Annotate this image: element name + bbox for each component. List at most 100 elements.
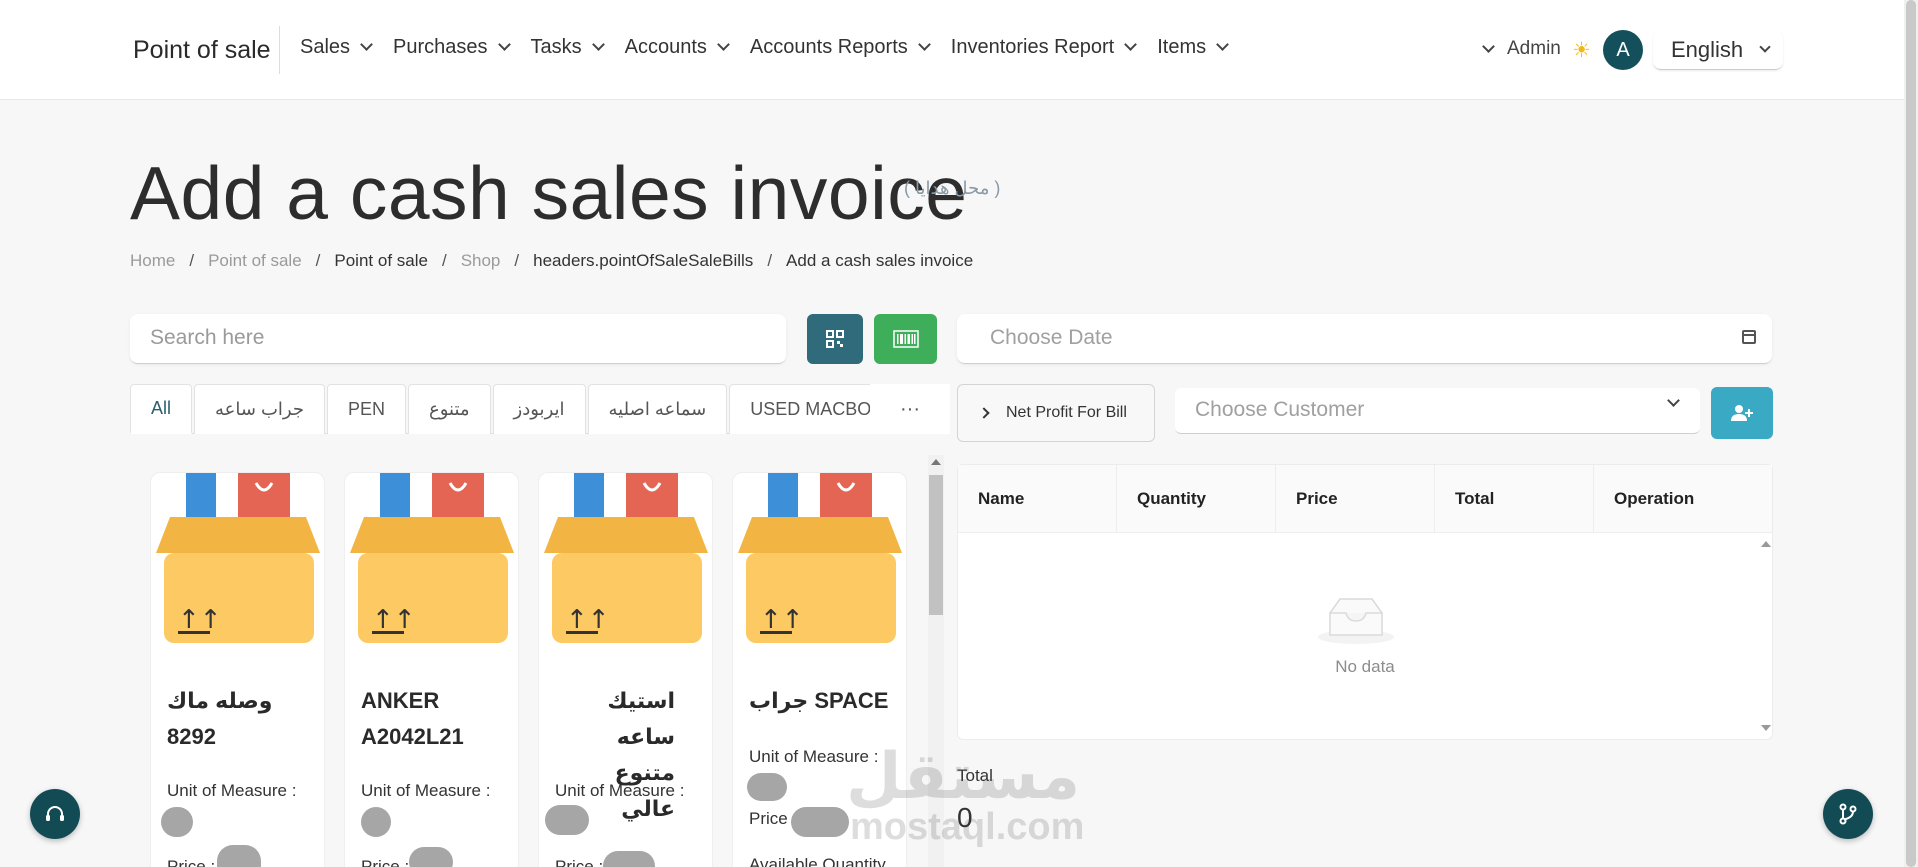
breadcrumb-current: Add a cash sales invoice — [786, 251, 974, 270]
headset-icon — [46, 806, 64, 821]
table-scrollbar[interactable] — [1758, 533, 1772, 739]
product-available-qty-label: Available Quantity — [749, 855, 886, 867]
nav-label: Tasks — [530, 36, 582, 58]
scrollbar-thumb[interactable] — [1906, 0, 1916, 867]
add-customer-button[interactable] — [1711, 387, 1773, 439]
tabs-more-button[interactable]: ··· — [870, 384, 950, 434]
breadcrumb-point-of-sale-2: Point of sale — [334, 251, 428, 270]
chevron-down-icon — [497, 38, 511, 51]
nav-items[interactable]: Items — [1157, 36, 1229, 59]
page-scrollbar[interactable] — [1904, 0, 1918, 867]
column-total: Total — [1435, 465, 1594, 533]
nav-accounts-reports[interactable]: Accounts Reports — [750, 36, 931, 59]
product-box-image: ↑↑ — [350, 473, 514, 643]
column-name: Name — [958, 465, 1117, 533]
breadcrumb-separator: / — [189, 251, 195, 270]
main-nav: Sales Purchases Tasks Accounts Accounts … — [300, 36, 1249, 59]
customer-select[interactable]: Choose Customer — [1175, 388, 1700, 434]
breadcrumb-shop[interactable]: Shop — [461, 251, 501, 271]
nav-accounts[interactable]: Accounts — [624, 36, 730, 59]
product-grid: ↑↑ وصله ماك 8292 Unit of Measure : Price… — [130, 450, 920, 867]
product-name: ANKER A2042L21 — [361, 688, 464, 749]
redacted-blur — [603, 851, 655, 867]
nav-label: Accounts — [624, 36, 707, 58]
product-price-label: Price : — [749, 809, 798, 828]
branch-switch-button[interactable] — [1823, 789, 1873, 839]
nav-tasks[interactable]: Tasks — [530, 36, 605, 59]
product-card[interactable]: ↑↑ ANKER A2042L21 Unit of Measure : Pric… — [344, 472, 519, 867]
redacted-blur — [409, 847, 453, 867]
product-box-image: ↑↑ — [738, 473, 902, 643]
date-placeholder: Choose Date — [990, 326, 1113, 349]
brand-logo[interactable]: Point of sale — [133, 36, 271, 65]
tab-category[interactable]: PEN — [326, 384, 406, 434]
nav-purchases[interactable]: Purchases — [393, 36, 511, 59]
net-profit-toggle[interactable]: Net Profit For Bill — [957, 384, 1155, 442]
breadcrumb-home[interactable]: Home — [130, 251, 175, 271]
theme-toggle-sun-icon[interactable]: ☀ — [1572, 38, 1591, 63]
support-button[interactable] — [30, 789, 80, 839]
nav-label: Items — [1157, 36, 1207, 58]
chevron-right-icon — [978, 407, 990, 419]
empty-state-text: No data — [1335, 657, 1395, 676]
product-price-label: Price : — [361, 857, 410, 867]
tab-category[interactable]: ايربودز — [492, 384, 586, 434]
empty-inbox-icon — [1318, 598, 1394, 644]
tab-category[interactable]: جراب ساعه — [194, 384, 325, 434]
date-picker-input[interactable]: Choose Date — [957, 314, 1772, 364]
tab-category[interactable]: متنوع — [408, 384, 491, 434]
scroll-up-arrow-icon[interactable] — [1761, 541, 1771, 547]
svg-text:↑↑: ↑↑ — [178, 605, 222, 635]
nav-inventories-report[interactable]: Inventories Report — [950, 36, 1138, 59]
scroll-up-arrow-icon[interactable] — [931, 459, 941, 465]
user-menu[interactable]: Admin — [1482, 38, 1561, 60]
nav-label: Purchases — [393, 36, 488, 58]
svg-text:↑↑: ↑↑ — [372, 605, 416, 635]
svg-text:↑↑: ↑↑ — [566, 605, 610, 635]
breadcrumb-point-of-sale[interactable]: Point of sale — [208, 251, 302, 271]
tab-all[interactable]: All — [130, 384, 193, 434]
product-card[interactable]: ↑↑ استيك ساعه متنوع عالي Unit of Measure… — [538, 472, 713, 867]
breadcrumb-separator: / — [315, 251, 321, 270]
calendar-icon — [1742, 330, 1756, 344]
scrollbar-thumb[interactable] — [929, 475, 943, 615]
total-value: 0 — [957, 802, 973, 833]
product-name: وصله ماك 8292 — [167, 688, 273, 749]
page-title: Add a cash sales invoice — [130, 151, 968, 235]
barcode-scan-button[interactable] — [874, 314, 937, 364]
product-unit-label: Unit of Measure : — [555, 781, 685, 800]
chevron-down-icon — [1667, 394, 1680, 407]
nav-label: Inventories Report — [950, 36, 1115, 58]
customer-placeholder: Choose Customer — [1195, 398, 1365, 421]
product-price-label: Price : — [167, 857, 216, 867]
column-operation: Operation — [1614, 489, 1695, 508]
chevron-down-icon — [1216, 38, 1229, 51]
net-profit-label: Net Profit For Bill — [1006, 404, 1127, 421]
product-name: جراب SPACE — [749, 688, 889, 713]
chevron-down-icon — [1482, 39, 1495, 53]
product-box-image: ↑↑ — [156, 473, 320, 643]
product-search-input[interactable]: Search here — [130, 314, 786, 364]
tab-category[interactable]: سماعه اصليه — [587, 384, 728, 434]
qr-scan-button[interactable] — [807, 314, 863, 364]
chevron-down-icon — [917, 38, 931, 51]
scroll-down-arrow-icon[interactable] — [1761, 725, 1771, 731]
language-select[interactable]: English — [1653, 30, 1783, 70]
breadcrumb-separator: / — [514, 251, 520, 270]
nav-sales[interactable]: Sales — [300, 36, 373, 59]
redacted-blur — [217, 845, 261, 867]
barcode-icon — [892, 330, 919, 348]
breadcrumb-sale-bills: headers.pointOfSaleSaleBills — [533, 251, 754, 270]
avatar[interactable]: A — [1603, 30, 1643, 70]
redacted-blur — [361, 807, 391, 837]
nav-label: Sales — [300, 36, 351, 58]
user-name: Admin — [1507, 38, 1561, 59]
git-branch-icon — [1839, 803, 1857, 825]
chevron-down-icon — [717, 38, 730, 51]
product-price-label: Price : — [555, 857, 604, 867]
product-card[interactable]: ↑↑ وصله ماك 8292 Unit of Measure : Price… — [150, 472, 325, 867]
language-label: English — [1671, 36, 1744, 62]
breadcrumb-separator: / — [767, 251, 773, 270]
breadcrumb-separator: / — [441, 251, 447, 270]
svg-text:↑↑: ↑↑ — [760, 605, 804, 635]
